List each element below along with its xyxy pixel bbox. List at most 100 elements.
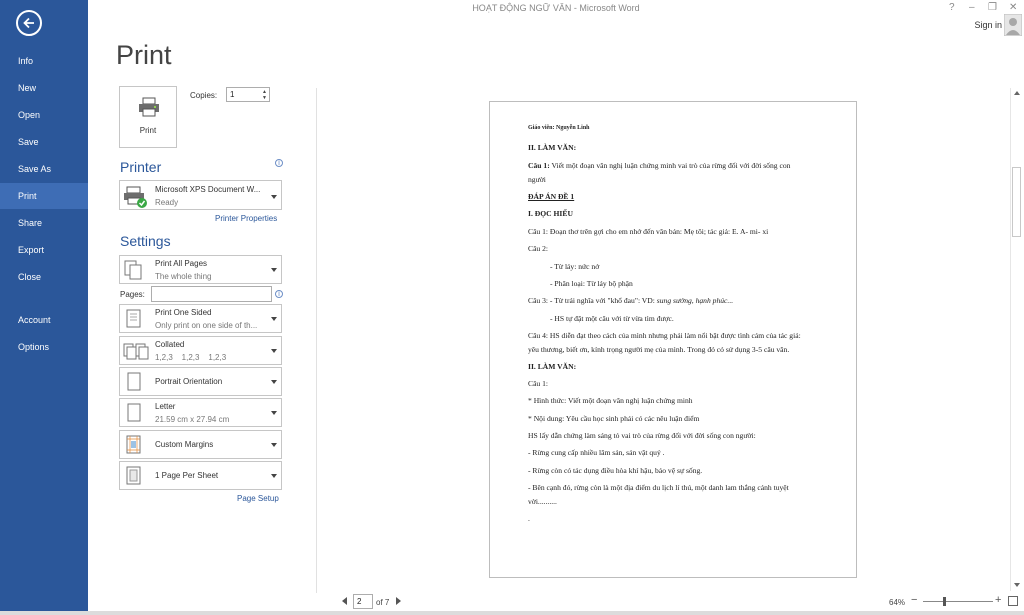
printer-name: Microsoft XPS Document W... bbox=[155, 185, 261, 194]
paper-icon bbox=[123, 402, 145, 424]
print-range-subtitle: The whole thing bbox=[155, 272, 212, 281]
document-line: HS lấy dẫn chứng làm sáng tỏ vai trò của… bbox=[528, 431, 756, 440]
printer-icon bbox=[138, 97, 160, 122]
chevron-down-icon bbox=[271, 268, 277, 272]
nav-export[interactable]: Export bbox=[0, 237, 88, 263]
next-page-icon[interactable] bbox=[396, 597, 401, 605]
paper-size-dropdown[interactable]: Letter 21.59 cm x 27.94 cm bbox=[119, 398, 282, 427]
printer-dropdown[interactable]: Microsoft XPS Document W... Ready bbox=[119, 180, 282, 210]
margins-title: Custom Margins bbox=[155, 440, 214, 449]
taskbar-strip bbox=[0, 611, 1024, 615]
document-line: - Rừng còn có tác dụng điều hòa khí hậu,… bbox=[528, 466, 703, 475]
paper-size-subtitle: 21.59 cm x 27.94 cm bbox=[155, 415, 230, 424]
print-button[interactable]: Print bbox=[119, 86, 177, 148]
settings-heading: Settings bbox=[120, 233, 171, 249]
pages-info-icon[interactable]: i bbox=[275, 290, 283, 298]
minimize-button[interactable]: – bbox=[969, 2, 975, 13]
document-line: Giáo viên: Nguyễn Linh bbox=[528, 125, 590, 131]
print-range-dropdown[interactable]: Print All Pages The whole thing bbox=[119, 255, 282, 284]
margins-icon bbox=[123, 434, 145, 456]
page-per-sheet-icon bbox=[123, 465, 145, 487]
document-line: Câu 1: bbox=[528, 379, 549, 388]
document-line: - Bên cạnh đó, rừng còn là một địa điểm … bbox=[528, 483, 789, 492]
copies-input[interactable]: 1 ▲ ▼ bbox=[226, 87, 270, 102]
nav-save-as[interactable]: Save As bbox=[0, 156, 88, 182]
chevron-down-icon bbox=[271, 317, 277, 321]
nav-close[interactable]: Close bbox=[0, 264, 88, 290]
sides-dropdown[interactable]: Print One Sided Only print on one side o… bbox=[119, 304, 282, 333]
document-line: vời.......... bbox=[528, 497, 557, 506]
zoom-level[interactable]: 64% bbox=[889, 598, 905, 607]
nav-print[interactable]: Print bbox=[0, 183, 88, 209]
collated-icon bbox=[123, 340, 149, 362]
document-line: Câu 4: HS diễn đạt theo cách của mình nh… bbox=[528, 331, 801, 340]
vertical-scrollbar[interactable] bbox=[1010, 88, 1022, 591]
one-sided-icon bbox=[123, 308, 145, 330]
printer-heading: Printer bbox=[120, 159, 162, 175]
zoom-to-page-icon[interactable] bbox=[1008, 596, 1018, 606]
orientation-dropdown[interactable]: Portrait Orientation bbox=[119, 367, 282, 396]
document-line: ĐÁP ÁN ĐỀ 1 bbox=[528, 192, 575, 201]
nav-share[interactable]: Share bbox=[0, 210, 88, 236]
collation-dropdown[interactable]: Collated 1,2,3 1,2,3 1,2,3 bbox=[119, 336, 282, 365]
copies-spinner[interactable]: ▲ ▼ bbox=[262, 89, 267, 101]
restore-button[interactable]: ❐ bbox=[988, 2, 997, 13]
zoom-out-button[interactable]: − bbox=[911, 594, 917, 606]
document-line: người bbox=[528, 175, 546, 184]
orientation-title: Portrait Orientation bbox=[155, 377, 223, 386]
document-line: yêu thương, biết ơn, kính trọng người mẹ… bbox=[528, 345, 790, 354]
paper-size-title: Letter bbox=[155, 402, 176, 411]
nav-save[interactable]: Save bbox=[0, 129, 88, 155]
printer-status: Ready bbox=[155, 198, 179, 207]
document-line: * Nội dung: Yêu cầu học sinh phải có các… bbox=[528, 414, 700, 423]
pages-per-sheet-dropdown[interactable]: 1 Page Per Sheet bbox=[119, 461, 282, 490]
back-arrow-icon[interactable] bbox=[16, 10, 42, 36]
chevron-down-icon bbox=[271, 443, 277, 447]
user-avatar-icon[interactable] bbox=[1003, 13, 1023, 37]
help-button[interactable]: ? bbox=[949, 2, 955, 13]
copies-label: Copies: bbox=[190, 91, 218, 100]
nav-account[interactable]: Account bbox=[0, 307, 88, 333]
chevron-down-icon bbox=[271, 474, 277, 478]
page-title: Print bbox=[116, 40, 172, 70]
portrait-icon bbox=[123, 371, 145, 393]
pages-input[interactable] bbox=[151, 286, 272, 302]
window-title: HOẠT ĐỘNG NGỮ VĂN - Microsoft Word bbox=[472, 3, 640, 13]
printer-properties-link[interactable]: Printer Properties bbox=[215, 214, 277, 223]
document-line: Câu 1: Viết một đoạn văn nghị luận chứng… bbox=[528, 161, 791, 170]
nav-open[interactable]: Open bbox=[0, 102, 88, 128]
zoom-slider-thumb[interactable] bbox=[943, 597, 946, 606]
nav-new[interactable]: New bbox=[0, 75, 88, 101]
document-line: - HS tự đặt một câu với từ vừa tìm được. bbox=[550, 314, 674, 323]
print-preview-page: Giáo viên: Nguyễn Linh II. LÀM VĂN: Câu 1:… bbox=[489, 101, 857, 578]
pages-icon bbox=[123, 259, 145, 281]
document-line: I. ĐỌC HIỂU bbox=[528, 209, 573, 218]
scroll-up-icon[interactable] bbox=[1014, 91, 1020, 95]
printer-info-icon[interactable]: i bbox=[275, 159, 283, 167]
chevron-down-icon bbox=[271, 411, 277, 415]
document-line: Câu 3: - Từ trái nghĩa với "khổ đau": VD… bbox=[528, 296, 734, 305]
zoom-slider[interactable] bbox=[923, 601, 993, 602]
scrollbar-thumb[interactable] bbox=[1012, 167, 1021, 237]
nav-info[interactable]: Info bbox=[0, 48, 88, 74]
close-window-button[interactable]: ✕ bbox=[1009, 2, 1017, 13]
nav-options[interactable]: Options bbox=[0, 334, 88, 360]
print-button-label: Print bbox=[139, 126, 157, 135]
document-line: Câu 2: bbox=[528, 244, 549, 253]
chevron-down-icon bbox=[271, 349, 277, 353]
backstage-nav: Info New Open Save Save As Print Share E… bbox=[0, 0, 88, 615]
document-line: - Từ láy: nức nở bbox=[550, 262, 600, 271]
printer-status-icon bbox=[123, 184, 147, 208]
page-setup-link[interactable]: Page Setup bbox=[237, 494, 279, 503]
sides-title: Print One Sided bbox=[155, 308, 212, 317]
previous-page-icon[interactable] bbox=[342, 597, 347, 605]
margins-dropdown[interactable]: Custom Margins bbox=[119, 430, 282, 459]
sides-subtitle: Only print on one side of th... bbox=[155, 321, 258, 330]
scroll-down-icon[interactable] bbox=[1014, 583, 1020, 587]
print-range-title: Print All Pages bbox=[155, 259, 208, 268]
zoom-in-button[interactable]: + bbox=[995, 594, 1001, 606]
page-count: of 7 bbox=[376, 598, 390, 607]
document-line: . bbox=[528, 514, 530, 523]
sign-in-link[interactable]: Sign in bbox=[974, 20, 1002, 30]
current-page-input[interactable]: 2 bbox=[353, 594, 373, 609]
